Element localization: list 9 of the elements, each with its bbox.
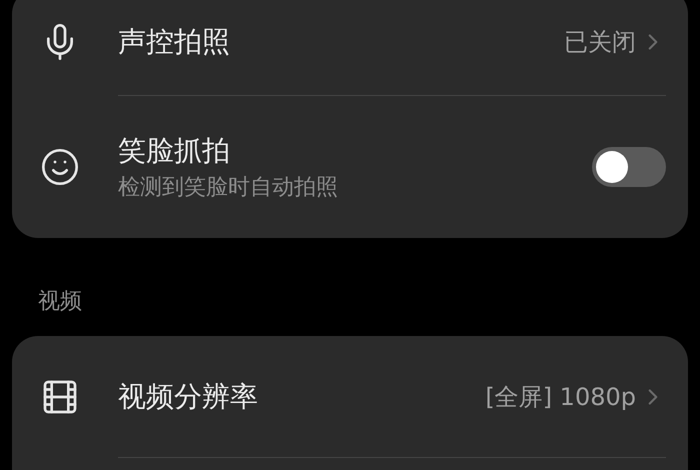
smiley-icon [40,147,80,187]
setting-description: 检测到笑脸时自动拍照 [118,174,339,202]
toggle-switch[interactable] [592,147,666,187]
section-header: 视频 [38,288,82,316]
setting-value: [全屏] 1080p [485,382,636,412]
setting-value: 已关闭 [564,26,636,58]
setting-title: 视频分辨率 [118,379,259,414]
setting-title: 声控拍照 [118,24,231,59]
setting-title: 笑脸抓拍 [118,132,231,168]
